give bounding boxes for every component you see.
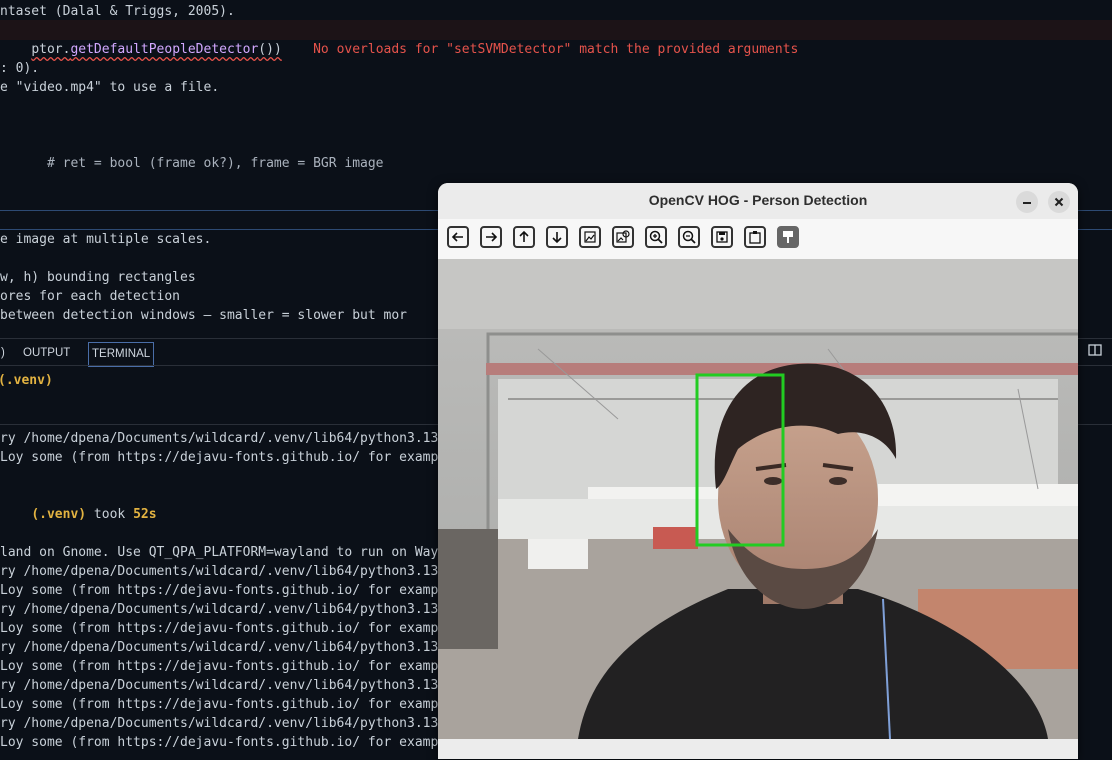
- properties-button[interactable]: [777, 226, 799, 248]
- zoom-original-button[interactable]: [579, 226, 601, 248]
- window-title: OpenCV HOG - Person Detection: [648, 192, 868, 208]
- close-icon: [1054, 197, 1064, 207]
- terminal-prompt-took: (.venv) took 52s: [31, 507, 157, 522]
- window-statusbar: [438, 739, 1078, 759]
- code-comment: # ret = bool (frame ok?), frame = BGR im…: [0, 156, 384, 171]
- properties-icon: [783, 231, 793, 243]
- code-line: w, h) bounding rectangles: [0, 270, 196, 285]
- save-image-button[interactable]: [711, 226, 733, 248]
- code-line: e image at multiple scales.: [0, 232, 212, 247]
- tab-output[interactable]: OUTPUT: [20, 342, 73, 364]
- terminal-line: Loy some (from https://dejavu-fonts.gith…: [0, 621, 439, 636]
- terminal-line: ry /home/dpena/Documents/wildcard/.venv/…: [0, 716, 439, 731]
- arrow-left-icon: [451, 232, 463, 242]
- image-toolbar: [438, 219, 1078, 259]
- terminal-line: ry /home/dpena/Documents/wildcard/.venv/…: [0, 602, 439, 617]
- code-line-error: ptor.getDefaultPeopleDetector()) No over…: [0, 21, 798, 57]
- close-button[interactable]: [1048, 191, 1070, 213]
- terminal-line: ry /home/dpena/Documents/wildcard/.venv/…: [0, 640, 439, 655]
- arrow-up-icon: [519, 230, 529, 242]
- split-panel-icon[interactable]: [1088, 344, 1102, 356]
- pan-left-button[interactable]: [447, 226, 469, 248]
- terminal-line: Loy some (from https://dejavu-fonts.gith…: [0, 583, 439, 598]
- tab-problems[interactable]: ): [0, 342, 8, 364]
- webcam-image: [438, 259, 1078, 739]
- save-icon: [716, 231, 728, 243]
- terminal-line: ry /home/dpena/Documents/wildcard/.venv/…: [0, 431, 439, 446]
- pan-down-button[interactable]: [546, 226, 568, 248]
- zoom-out-icon: [682, 230, 696, 244]
- terminal-line: ry /home/dpena/Documents/wildcard/.venv/…: [0, 564, 439, 579]
- code-fragment: ptor.getDefaultPeopleDetector()): [31, 42, 282, 57]
- code-line: e "video.mp4" to use a file.: [0, 80, 220, 95]
- arrow-down-icon: [552, 232, 562, 244]
- inline-error-message: No overloads for "setSVMDetector" match …: [313, 42, 799, 57]
- pan-up-button[interactable]: [513, 226, 535, 248]
- zoom-out-button[interactable]: [678, 226, 700, 248]
- image-zoom-icon: [616, 230, 630, 243]
- arrow-right-icon: [486, 232, 498, 242]
- opencv-window[interactable]: OpenCV HOG - Person Detection: [438, 183, 1078, 759]
- terminal-line: land on Gnome. Use QT_QPA_PLATFORM=wayla…: [0, 545, 439, 560]
- minimize-button[interactable]: [1016, 191, 1038, 213]
- zoom-in-icon: [649, 230, 663, 244]
- code-line: between detection windows — smaller = sl…: [0, 308, 407, 323]
- image-icon: [584, 231, 596, 243]
- terminal-prompt: (.venv): [0, 373, 53, 388]
- camera-frame[interactable]: [438, 259, 1078, 739]
- pan-right-button[interactable]: [480, 226, 502, 248]
- terminal-line: Loy some (from https://dejavu-fonts.gith…: [0, 450, 439, 465]
- copy-clipboard-button[interactable]: [744, 226, 766, 248]
- minimize-icon: [1023, 202, 1031, 204]
- terminal-line: ry /home/dpena/Documents/wildcard/.venv/…: [0, 678, 439, 693]
- clipboard-icon: [749, 231, 761, 244]
- zoom-in-button[interactable]: [645, 226, 667, 248]
- terminal-line: Loy some (from https://dejavu-fonts.gith…: [0, 735, 439, 750]
- terminal-line: Loy some (from https://dejavu-fonts.gith…: [0, 697, 439, 712]
- zoom-fit-button[interactable]: [612, 226, 634, 248]
- terminal-line: Loy some (from https://dejavu-fonts.gith…: [0, 659, 439, 674]
- tab-terminal[interactable]: TERMINAL: [88, 342, 155, 367]
- code-line: ntaset (Dalal & Triggs, 2005).: [0, 4, 235, 19]
- code-line: ores for each detection: [0, 289, 181, 304]
- code-line: : 0).: [0, 61, 40, 76]
